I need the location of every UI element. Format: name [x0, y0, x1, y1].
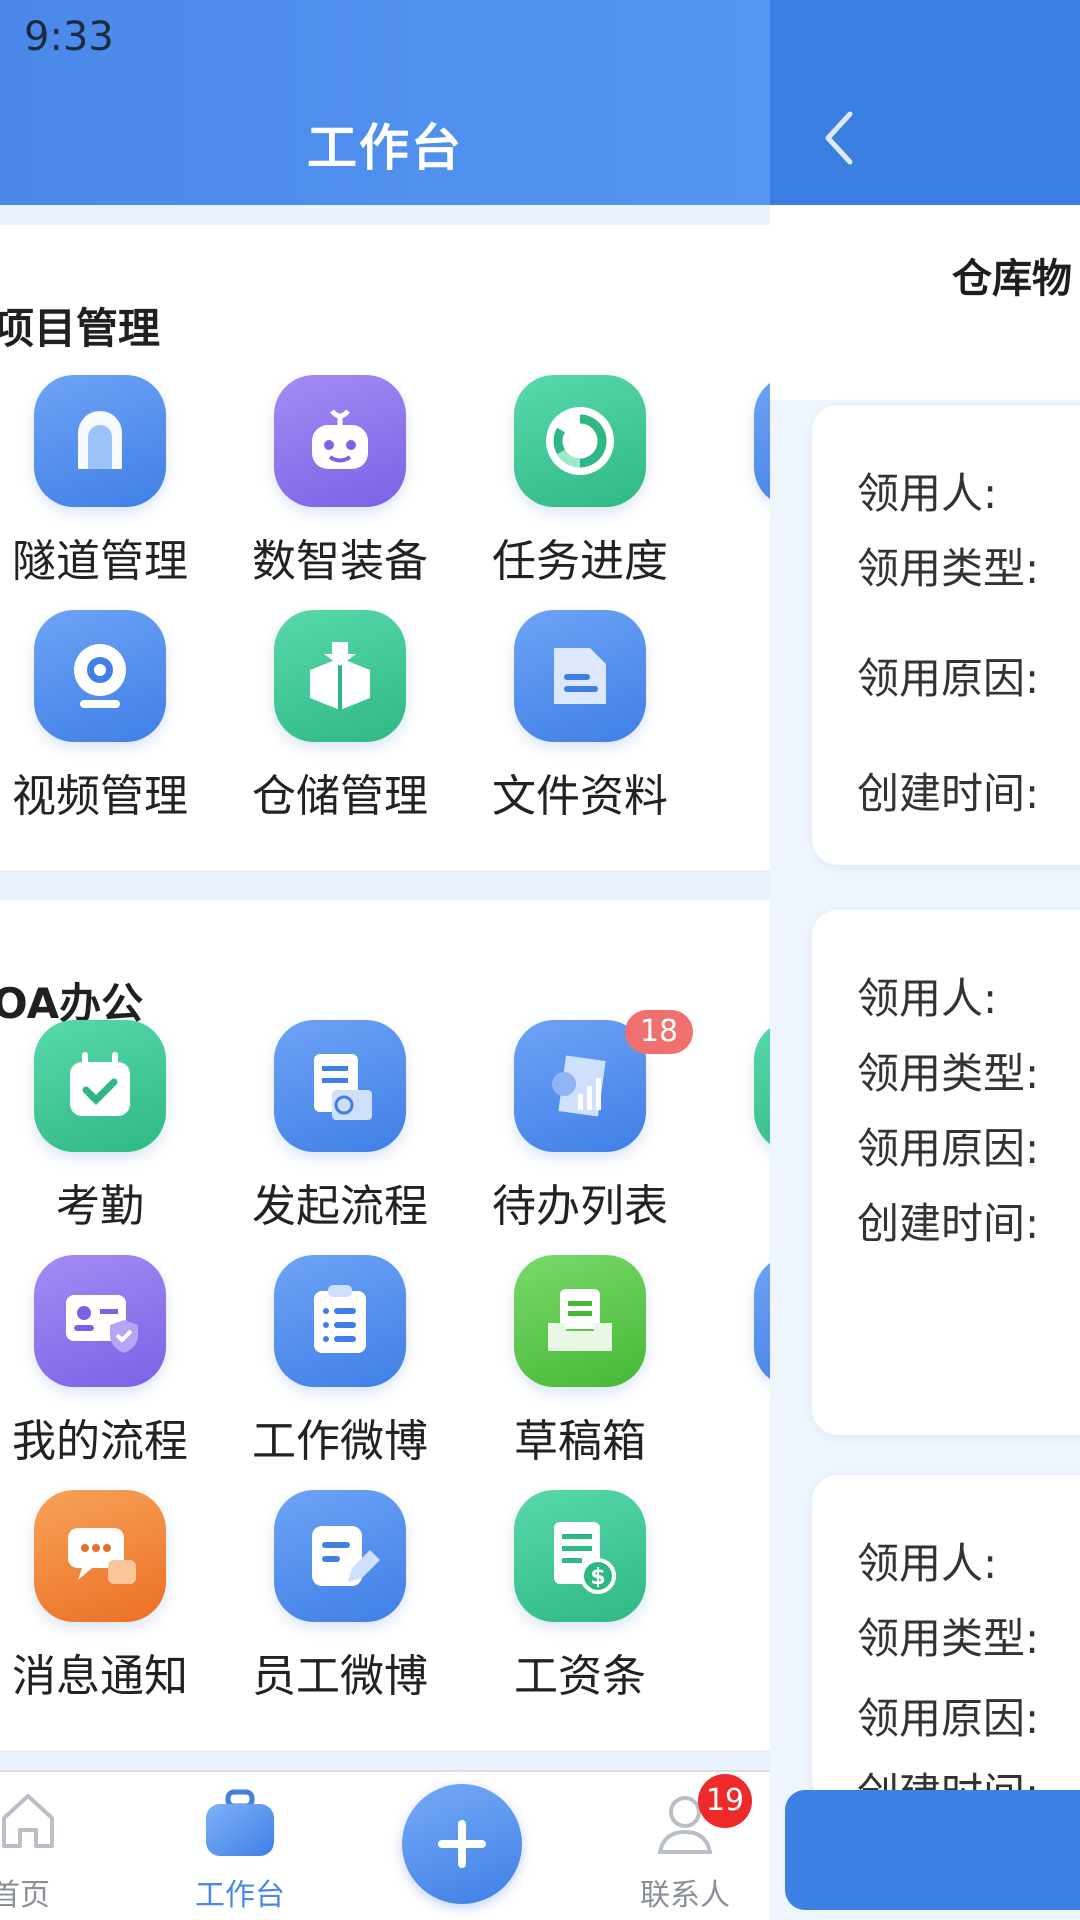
briefcase-icon	[206, 1789, 274, 1856]
grid-item-video[interactable]: 视频管理	[0, 610, 220, 830]
page-title: 工作台	[307, 119, 463, 177]
record-person-label: 领用人:	[857, 469, 998, 518]
grid-label: 仓储管理	[252, 771, 428, 822]
record-type-label: 领用类型:	[857, 1049, 1040, 1098]
flow-icon	[754, 1255, 770, 1387]
section-project-management: 项目管理 隧道管理 数智装备 任务进度 视频管理 仓储管理 文件资料	[0, 225, 770, 870]
grid-label: 流	[700, 1405, 770, 1469]
edit-note-icon	[274, 1490, 406, 1622]
record-time-label: 创建时间:	[857, 1199, 1040, 1248]
tab-workbench[interactable]: 工作台	[185, 1782, 295, 1913]
grid-label: 草稿箱	[514, 1416, 646, 1467]
grid-label: 已	[700, 1170, 770, 1234]
grid-item-staff-weibo[interactable]: 员工微博	[220, 1490, 460, 1710]
robot-icon	[274, 375, 406, 507]
home-icon	[2, 1794, 54, 1848]
record-card[interactable]: 领用人: 领用类型: 领用原因: 创建时间:	[812, 1475, 1080, 1805]
grid-label: 待办列表	[492, 1181, 668, 1232]
record-reason-label: 领用原因:	[857, 1694, 1040, 1743]
grid-item-todo-list[interactable]: 待办列表 18	[460, 1010, 700, 1240]
grid-item-equipment[interactable]: 数智装备	[220, 375, 460, 595]
grid-item-done[interactable]: 已	[700, 1020, 770, 1240]
grid-item-task-progress[interactable]: 任务进度	[460, 375, 700, 595]
document-clock-icon	[274, 1020, 406, 1152]
chevron-left-icon[interactable]	[820, 108, 860, 168]
grid-item-tunnel[interactable]: 隧道管理	[0, 375, 220, 595]
tab-label: 联系人	[640, 1878, 730, 1913]
section-oa: OA办公 考勤 发起流程 待办列表 18 我的流程 工作微博 草稿箱 消息通知 …	[0, 900, 770, 1750]
grid-label: 考勤	[56, 1181, 144, 1232]
tab-home[interactable]: 首页	[0, 1782, 70, 1913]
grid-label: 视频管理	[12, 771, 188, 822]
record-reason-label: 领用原因:	[857, 1124, 1040, 1173]
record-card[interactable]: 领用人: 领用类型: 领用原因: 创建时间:	[812, 405, 1080, 865]
bottom-tab-bar: 首页 工作台 联系人 19	[0, 1770, 770, 1920]
message-icon	[34, 1490, 166, 1622]
grid-label: 任务进度	[492, 536, 668, 587]
camera-icon	[34, 610, 166, 742]
file-icon	[514, 610, 646, 742]
tunnel-icon	[34, 375, 166, 507]
record-person-label: 领用人:	[857, 974, 998, 1023]
grid-item-start-process[interactable]: 发起流程	[220, 1020, 460, 1240]
grid-item-payslip[interactable]: $ 工资条	[460, 1490, 700, 1710]
header-bar: 9:33 工作台	[0, 0, 770, 205]
grid-item-construction[interactable]: 施	[700, 375, 770, 595]
contacts-badge: 19	[698, 1774, 752, 1828]
grid-label: 工作微博	[252, 1416, 428, 1467]
record-type-label: 领用类型:	[857, 1614, 1040, 1663]
add-button[interactable]	[402, 1784, 522, 1904]
bottom-action-button[interactable]	[785, 1790, 1080, 1910]
record-person-label: 领用人:	[857, 1539, 998, 1588]
tab-label: 工作台	[195, 1878, 285, 1913]
workbench-body: 项目管理 隧道管理 数智装备 任务进度 视频管理 仓储管理 文件资料 OA办公 …	[0, 205, 770, 1770]
svg-text:$: $	[590, 1565, 605, 1590]
workbench-page: 9:33 工作台 项目管理 隧道管理 数智装备 任务进度 视频管理 仓储管理 文…	[0, 0, 770, 1920]
page-title: 仓库物	[952, 256, 1072, 302]
record-reason-label: 领用原因:	[857, 654, 1040, 703]
tab-contacts[interactable]: 联系人 19	[630, 1774, 752, 1913]
box-icon	[274, 610, 406, 742]
id-card-icon	[34, 1255, 166, 1387]
grid-label: 我的流程	[12, 1416, 188, 1467]
grid-label: 隧道管理	[12, 536, 188, 587]
draft-box-icon	[514, 1255, 646, 1387]
todo-badge: 18	[625, 1010, 693, 1054]
grid-item-warehouse[interactable]: 仓储管理	[220, 610, 460, 830]
header-bar	[770, 0, 1080, 205]
grid-label: 消息通知	[12, 1651, 188, 1702]
grid-label: 发起流程	[252, 1181, 428, 1232]
record-time-label: 创建时间:	[857, 769, 1040, 818]
clipboard-list-icon	[274, 1255, 406, 1387]
record-card[interactable]: 领用人: 领用类型: 领用原因: 创建时间:	[812, 910, 1080, 1435]
plus-icon	[438, 1820, 486, 1868]
grid-label: 文件资料	[492, 771, 668, 822]
grid-item-drafts[interactable]: 草稿箱	[460, 1255, 700, 1475]
grid-label: 工资条	[514, 1651, 646, 1702]
progress-icon	[514, 375, 646, 507]
section-title: 项目管理	[0, 304, 161, 353]
calendar-check-icon	[34, 1020, 166, 1152]
record-type-label: 领用类型:	[857, 544, 1040, 593]
grid-label: 施	[700, 525, 770, 589]
grid-item-flow[interactable]: 流	[700, 1255, 770, 1475]
warehouse-page: 仓库物 领用人: 领用类型: 领用原因: 创建时间: 领用人: 领用类型: 领用…	[770, 0, 1080, 1920]
tab-label: 首页	[0, 1878, 50, 1913]
grid-item-notifications[interactable]: 消息通知	[0, 1490, 220, 1710]
status-time: 9:33	[24, 14, 114, 60]
construction-icon	[754, 375, 770, 507]
grid-item-work-weibo[interactable]: 工作微博	[220, 1255, 460, 1475]
payslip-icon: $	[514, 1490, 646, 1622]
grid-label: 数智装备	[252, 536, 428, 587]
grid-item-my-process[interactable]: 我的流程	[0, 1255, 220, 1475]
done-icon	[754, 1020, 770, 1152]
grid-label: 员工微博	[252, 1651, 428, 1702]
grid-item-attendance[interactable]: 考勤	[0, 1020, 220, 1240]
grid-item-files[interactable]: 文件资料	[460, 610, 700, 830]
